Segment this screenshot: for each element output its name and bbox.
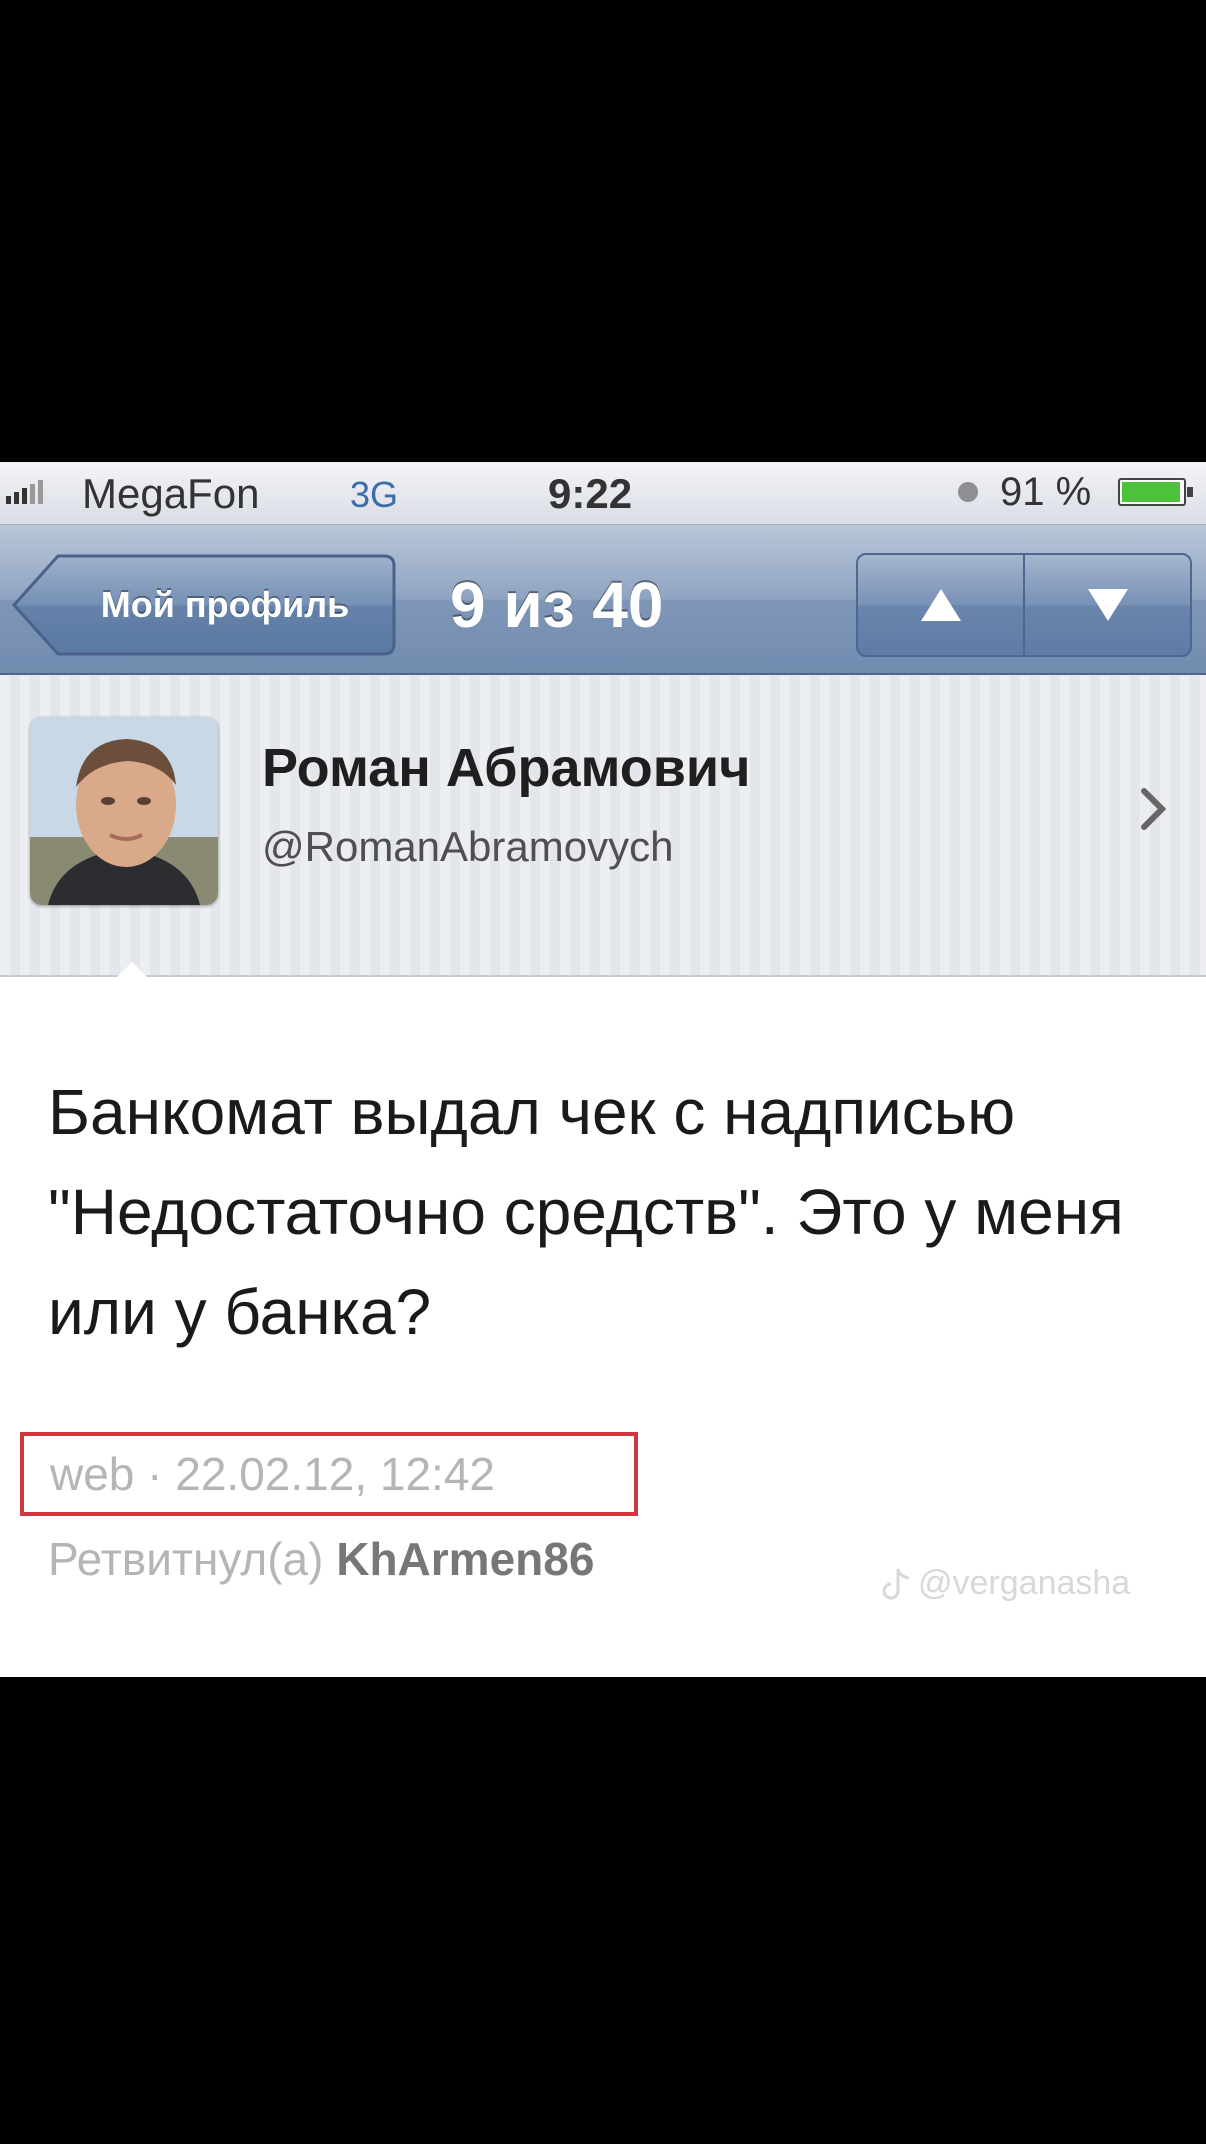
carrier-label: MegaFon (82, 470, 260, 517)
battery-percent: 91 % (1000, 470, 1092, 514)
tweet-source-timestamp: web · 22.02.12, 12:42 (20, 1432, 638, 1516)
tiktok-icon (882, 1568, 910, 1599)
status-bar: MegaFon 3G 9:22 91 % (0, 462, 1206, 525)
navigation-bar: Мой профиль 9 из 40 (0, 525, 1206, 675)
back-button-label: Мой профиль (100, 584, 350, 625)
signal-icon (6, 480, 43, 504)
watermark: @verganasha (882, 1564, 1130, 1603)
clock: 9:22 (548, 470, 633, 517)
triangle-down-icon (1087, 589, 1128, 621)
display-name: Роман Абрамович (262, 738, 751, 798)
page-counter: 9 из 40 (450, 569, 664, 641)
user-handle: @RomanAbramovych (262, 823, 674, 870)
previous-tweet-button[interactable] (858, 555, 1023, 655)
callout-pointer (98, 962, 166, 996)
retweet-info: Ретвитнул(а) KhArmen86 (48, 1532, 594, 1586)
battery-icon (1118, 478, 1193, 506)
chevron-right-icon[interactable] (1140, 787, 1166, 831)
profile-header[interactable]: Роман Абрамович @RomanAbramovych (0, 675, 1206, 977)
retweet-prefix: Ретвитнул(а) (48, 1533, 324, 1585)
tweet-screen: MegaFon 3G 9:22 91 % Мой профиль 9 из 40… (0, 462, 1206, 1677)
back-button[interactable]: Мой профиль (12, 553, 396, 657)
next-tweet-button[interactable] (1023, 555, 1190, 655)
watermark-text: @verganasha (918, 1564, 1131, 1602)
network-label: 3G (350, 474, 399, 515)
triangle-up-icon (920, 589, 961, 621)
alarm-icon (958, 482, 978, 502)
prev-next-control (856, 553, 1192, 657)
tweet-text: Банкомат выдал чек с надписью "Недостато… (48, 1076, 1124, 1348)
retweet-username[interactable]: KhArmen86 (336, 1533, 594, 1585)
avatar[interactable] (30, 717, 218, 905)
